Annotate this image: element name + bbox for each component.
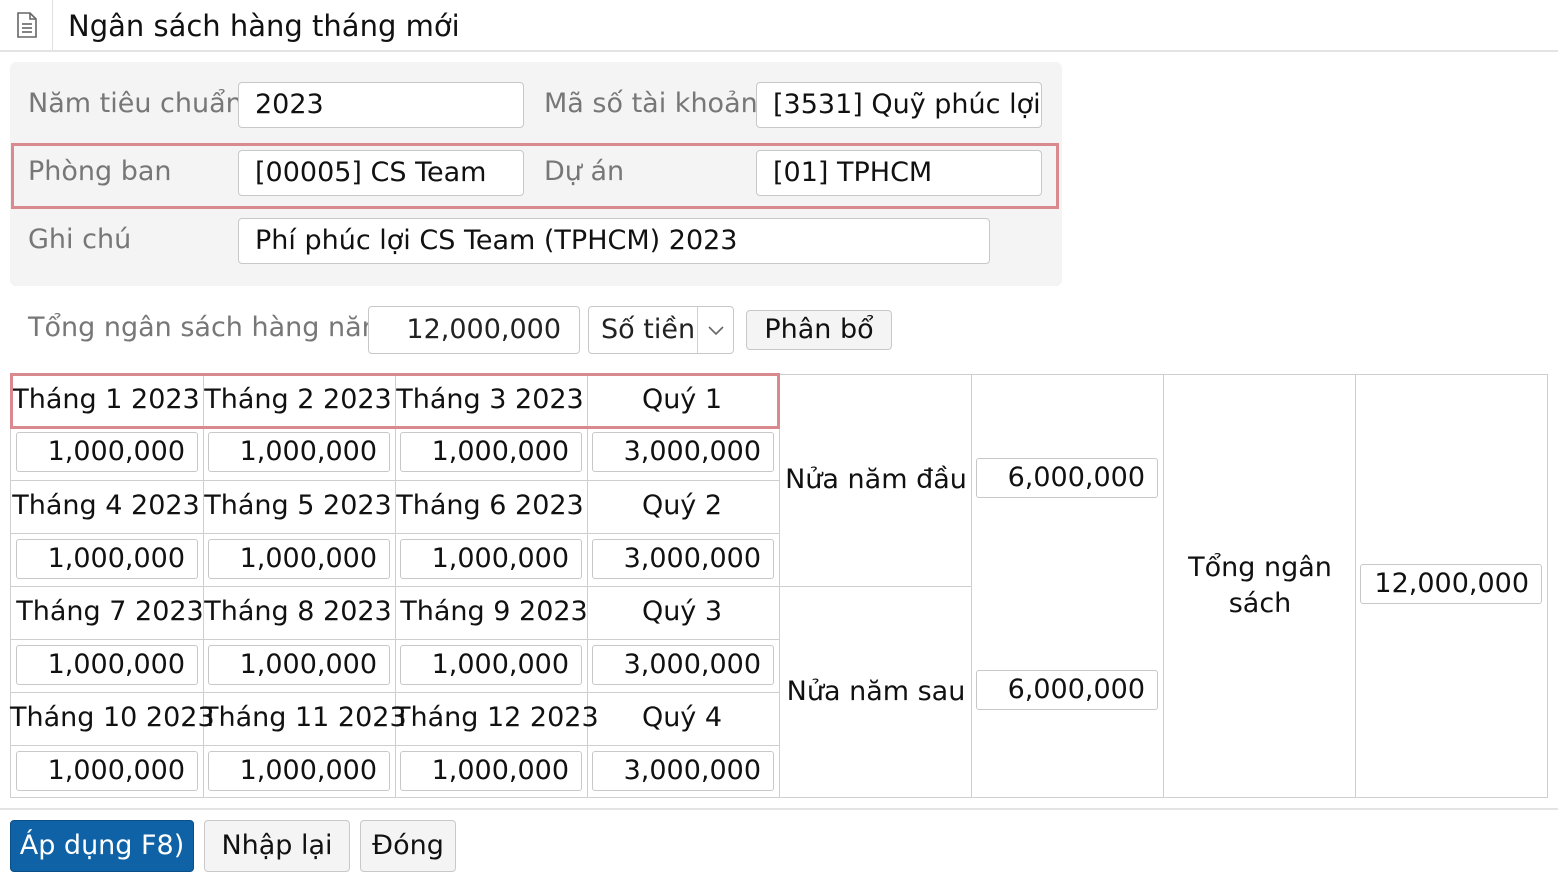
month-amount-input[interactable]: 1,000,000 — [208, 432, 390, 472]
document-icon — [17, 12, 37, 38]
month-label: Tháng 5 2023 — [204, 490, 392, 521]
quarter-label: Quý 2 — [641, 490, 723, 521]
first-half-label: Nửa năm đầu — [785, 464, 967, 495]
month-label: Tháng 10 2023 — [10, 702, 215, 733]
reset-button[interactable]: Nhập lại — [204, 820, 350, 872]
month-amount-input[interactable]: 1,000,000 — [16, 751, 198, 791]
month-amount-input[interactable]: 1,000,000 — [400, 539, 582, 579]
footer-divider — [0, 808, 1558, 810]
total-budget-label: Tổng ngân sách — [1188, 552, 1332, 619]
month-amount-input[interactable]: 1,000,000 — [208, 539, 390, 579]
month-amount-input[interactable]: 1,000,000 — [16, 432, 198, 472]
page-title: Ngân sách hàng tháng mới — [68, 9, 460, 43]
month-amount-input[interactable]: 1,000,000 — [400, 751, 582, 791]
project-field[interactable]: [01] TPHCM — [756, 150, 1042, 196]
grid-line — [11, 639, 779, 640]
month-label: Tháng 9 2023 — [400, 596, 588, 627]
annual-budget-label: Tổng ngân sách hàng năm — [28, 312, 388, 343]
project-label: Dự án — [544, 156, 625, 187]
account-field[interactable]: [3531] Quỹ phúc lợi — [756, 82, 1042, 128]
grid-line — [1163, 375, 1164, 797]
title-divider — [52, 0, 53, 50]
chevron-down-icon — [708, 326, 724, 336]
quarter-amount: 3,000,000 — [592, 432, 774, 472]
month-amount-input[interactable]: 1,000,000 — [208, 645, 390, 685]
month-label: Tháng 4 2023 — [12, 490, 200, 521]
grid-line — [11, 533, 779, 534]
month-label: Tháng 6 2023 — [396, 490, 584, 521]
year-field[interactable]: 2023 — [238, 82, 524, 128]
amount-mode-select[interactable]: Số tiền — [588, 306, 734, 354]
month-label: Tháng 12 2023 — [394, 702, 599, 733]
quarter-label: Quý 4 — [641, 702, 723, 733]
note-label: Ghi chú — [28, 224, 132, 255]
month-label: Tháng 8 2023 — [204, 596, 392, 627]
title-bar: Ngân sách hàng tháng mới — [0, 0, 1558, 52]
annual-budget-input[interactable]: 12,000,000 — [368, 306, 580, 354]
highlight-first-row-header — [10, 373, 780, 429]
close-button[interactable]: Đóng — [360, 820, 456, 872]
month-amount-input[interactable]: 1,000,000 — [208, 751, 390, 791]
apply-button[interactable]: Áp dụng F8) — [10, 820, 194, 872]
amount-mode-value: Số tiền — [601, 314, 696, 345]
year-label: Năm tiêu chuẩn — [28, 88, 243, 119]
quarter-amount: 3,000,000 — [592, 645, 774, 685]
quarter-amount: 3,000,000 — [592, 751, 774, 791]
grid-line — [11, 745, 779, 746]
grid-line — [1355, 375, 1356, 797]
month-amount-input[interactable]: 1,000,000 — [16, 645, 198, 685]
first-half-amount: 6,000,000 — [976, 458, 1158, 498]
note-field[interactable]: Phí phúc lợi CS Team (TPHCM) 2023 — [238, 218, 990, 264]
select-divider — [697, 307, 698, 353]
month-amount-input[interactable]: 1,000,000 — [400, 645, 582, 685]
second-half-amount: 6,000,000 — [976, 670, 1158, 710]
month-label: Tháng 11 2023 — [202, 702, 407, 733]
allocate-button[interactable]: Phân bổ — [746, 310, 892, 350]
month-amount-input[interactable]: 1,000,000 — [16, 539, 198, 579]
department-label: Phòng ban — [28, 156, 172, 187]
second-half-label: Nửa năm sau — [786, 676, 966, 707]
month-label: Tháng 7 2023 — [16, 596, 204, 627]
grid-line — [971, 375, 972, 797]
account-label: Mã số tài khoản — [544, 88, 758, 119]
quarter-label: Quý 3 — [641, 596, 723, 627]
quarter-amount: 3,000,000 — [592, 539, 774, 579]
department-field[interactable]: [00005] CS Team — [238, 150, 524, 196]
month-amount-input[interactable]: 1,000,000 — [400, 432, 582, 472]
total-budget-amount: 12,000,000 — [1360, 564, 1542, 604]
